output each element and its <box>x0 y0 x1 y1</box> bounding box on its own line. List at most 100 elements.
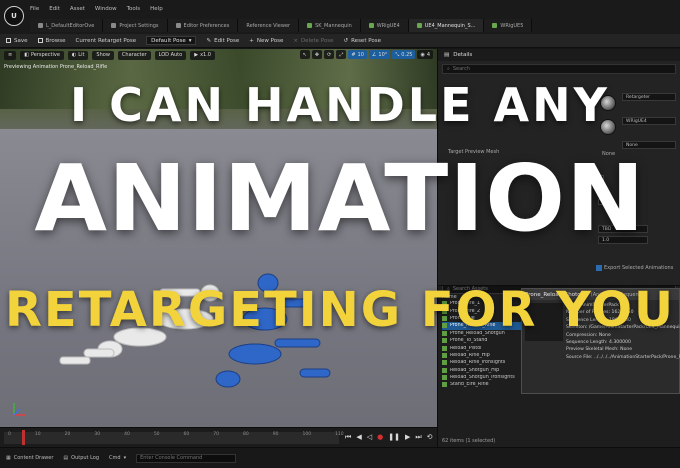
reset-pose-button[interactable]: ↺ Reset Pose <box>344 38 381 44</box>
animation-sequence-icon <box>442 338 447 344</box>
headline-line-3: RETARGETING FOR YOU <box>4 282 676 338</box>
edit-pose-button[interactable]: ✎ Edit Pose <box>206 38 239 44</box>
editor-tabs: L_DefaultEditorOve Project Settings Edit… <box>30 19 533 32</box>
tab-ue4-mannequin[interactable]: UE4_Mannequin_S... <box>408 19 485 32</box>
animation-sequence-icon <box>442 360 447 366</box>
tab-editor-preferences[interactable]: Editor Preferences <box>167 19 239 32</box>
current-retarget-pose: Current Retarget Pose <box>75 37 137 44</box>
viewport-snap-tools: ↖ ✥ ⟳ ⤢ #10 ∠ 10° ⤡ 0.25 ◉ 4 <box>299 50 433 59</box>
reverse-icon[interactable]: ◁ <box>367 433 372 442</box>
level-icon <box>38 23 43 28</box>
retarget-pose-dropdown[interactable]: Default Pose ▾ <box>146 36 197 45</box>
export-checkbox[interactable] <box>596 265 602 271</box>
timeline-playhead[interactable] <box>22 430 25 445</box>
grid-snap-button[interactable]: #10 <box>348 50 367 59</box>
folder-icon <box>37 38 43 43</box>
animation-sequence-icon <box>442 367 447 373</box>
lit-button[interactable]: ◐ Lit <box>67 50 89 60</box>
search-icon: ⌕ <box>447 66 450 72</box>
details-header: ▤ Details <box>438 49 680 61</box>
playback-controls: ⏮ ◀ ◁ ● ❚❚ ▶ ⏭ ⟲ <box>345 433 433 442</box>
console-command-input[interactable] <box>136 453 237 463</box>
record-icon[interactable]: ● <box>377 433 383 442</box>
browse-button[interactable]: Browse <box>37 38 66 44</box>
angle-icon: ∠ <box>371 51 377 58</box>
angle-snap-button[interactable]: ∠ 10° <box>368 50 391 59</box>
viewport-menu-button[interactable]: ≡ <box>4 50 17 60</box>
delete-icon: × <box>293 37 298 44</box>
skeleton-icon <box>307 23 313 28</box>
save-icon <box>6 38 11 43</box>
settings-icon <box>111 23 117 28</box>
menu-edit[interactable]: Edit <box>49 6 60 12</box>
tab-level[interactable]: L_DefaultEditorOve <box>30 19 104 32</box>
camera-speed-button[interactable]: ◉ 4 <box>417 50 433 59</box>
tab-project-settings[interactable]: Project Settings <box>103 19 168 32</box>
skip-back-icon[interactable]: ⏮ <box>345 433 351 442</box>
retargeter-icon <box>416 23 422 28</box>
camera-icon: ◧ <box>24 52 29 58</box>
lod-button[interactable]: LOD Auto <box>154 50 187 60</box>
reset-icon: ↺ <box>343 37 349 44</box>
cmd-dropdown[interactable]: Cmd ▾ <box>109 455 126 461</box>
items-count: 62 items (1 selected) <box>442 438 496 444</box>
unreal-logo-icon[interactable]: U <box>4 6 24 26</box>
status-bar: ▦ Content Drawer ▤ Output Log Cmd ▾ <box>0 447 680 468</box>
menu-asset[interactable]: Asset <box>70 6 85 12</box>
details-icon: ▤ <box>444 52 450 58</box>
menu-help[interactable]: Help <box>150 6 163 12</box>
tab-wrig-ue5[interactable]: WRigUE5 <box>484 19 533 32</box>
rotate-icon[interactable]: ⟳ <box>324 50 335 59</box>
headline-line-2: ANIMATION <box>34 145 646 252</box>
content-drawer-icon: ▦ <box>6 455 11 461</box>
tab-reference-viewer[interactable]: Reference Viewer <box>238 19 300 32</box>
grid-icon: # <box>351 51 356 58</box>
perspective-button[interactable]: ◧ Perspective <box>20 50 64 60</box>
timeline-ticks: 0 10 20 30 40 50 60 70 80 90 100 110 <box>8 432 344 437</box>
animation-sequence-icon <box>442 352 447 358</box>
play-icon: ▶ <box>194 52 199 58</box>
details-search-input[interactable]: ⌕ Search <box>442 64 676 74</box>
new-pose-button[interactable]: + New Pose <box>249 38 283 44</box>
playback-speed-button[interactable]: ▶ x1.0 <box>190 50 215 60</box>
character-button[interactable]: Character <box>117 50 151 60</box>
export-selected-animations-button[interactable]: Export Selected Animations <box>604 265 673 271</box>
step-forward-icon[interactable]: ▶ <box>405 433 410 442</box>
show-button[interactable]: Show <box>92 50 114 60</box>
menu-tools[interactable]: Tools <box>127 6 141 12</box>
tooltip-line: Source File: ../../../../AnimationStarte… <box>566 354 680 360</box>
tab-sk-mannequin[interactable]: SK_Mannequin <box>299 19 361 32</box>
tooltip-line: Sequence Length: 4.300000 <box>566 340 631 346</box>
tooltip-line: Preview Skeletal Mesh: None <box>566 347 633 353</box>
axis-gizmo-icon <box>13 403 26 416</box>
content-drawer-button[interactable]: ▦ Content Drawer <box>6 455 53 461</box>
scale-snap-button[interactable]: ⤡ 0.25 <box>392 50 416 59</box>
scale-snap-icon: ⤡ <box>395 51 400 58</box>
tab-wrig-ue4[interactable]: WRigUE4 <box>360 19 409 32</box>
menu-file[interactable]: File <box>30 6 39 12</box>
headline-line-1: I CAN HANDLE ANY <box>70 78 610 132</box>
output-log-button[interactable]: ▤ Output Log <box>63 455 99 461</box>
chevron-down-icon: ▾ <box>188 37 192 44</box>
step-back-icon[interactable]: ◀ <box>356 433 361 442</box>
ik-rig-icon <box>368 23 374 28</box>
timeline[interactable]: 0 10 20 30 40 50 60 70 80 90 100 110 ⏮ ◀… <box>0 427 437 447</box>
animation-sequence-icon <box>442 375 447 381</box>
scale-icon[interactable]: ⤢ <box>336 50 347 59</box>
ik-rig-icon <box>492 23 498 28</box>
select-icon[interactable]: ↖ <box>299 50 310 59</box>
menu-window[interactable]: Window <box>95 6 117 12</box>
previewing-label: Previewing Animation Prone_Reload_Rifle <box>4 64 108 70</box>
edit-icon: ✎ <box>206 37 212 44</box>
plus-icon: + <box>249 37 254 44</box>
loop-icon[interactable]: ⟲ <box>427 433 433 442</box>
preferences-icon <box>175 23 181 28</box>
save-button[interactable]: Save <box>6 38 28 44</box>
toolbar: Save Browse Current Retarget Pose Defaul… <box>0 34 680 48</box>
move-icon[interactable]: ✥ <box>311 50 323 59</box>
chevron-down-icon: ▾ <box>123 455 127 461</box>
pause-icon[interactable]: ❚❚ <box>388 433 400 442</box>
skip-forward-icon[interactable]: ⏭ <box>415 433 421 442</box>
delete-pose-button[interactable]: × Delete Pose <box>293 38 333 44</box>
lit-icon: ◐ <box>71 52 77 58</box>
